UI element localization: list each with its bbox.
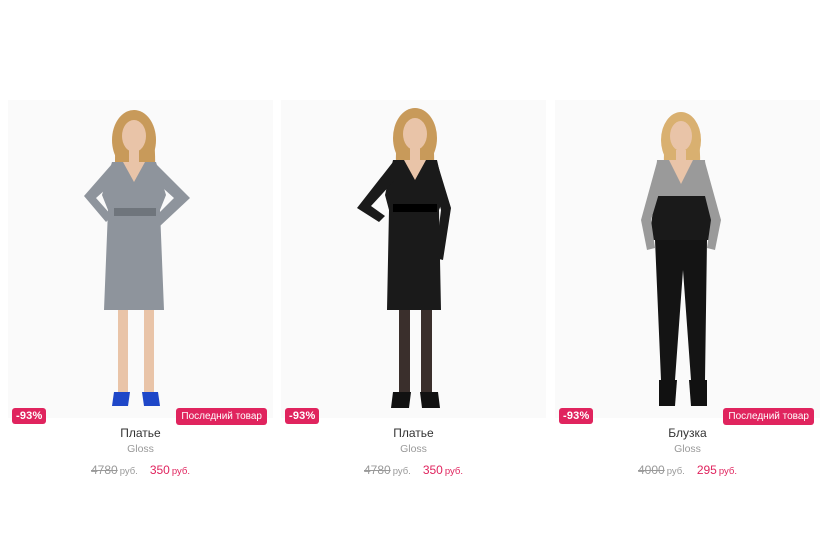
discount-badge: -93% (559, 408, 594, 424)
discount-badge: -93% (12, 408, 47, 424)
product-brand[interactable]: Gloss (8, 443, 273, 455)
product-name[interactable]: Платье (281, 426, 546, 440)
old-price: 4000 (638, 463, 665, 477)
product-name[interactable]: Платье (8, 426, 273, 440)
last-item-badge: Последний товар (176, 408, 267, 425)
old-price-currency: руб. (392, 466, 411, 477)
old-price-currency: руб. (666, 466, 685, 477)
price-row: 4780 руб. 350 руб. (8, 463, 273, 477)
last-item-badge: Последний товар (723, 408, 814, 425)
product-card[interactable]: -93% Платье Gloss 4780 руб. 350 руб. (281, 100, 546, 490)
product-card[interactable]: -93% Последний товар Блузка Gloss 4000 ру… (555, 100, 820, 490)
product-image[interactable] (8, 100, 273, 418)
price-row: 4780 руб. 350 руб. (281, 463, 546, 477)
discount-badge: -93% (285, 408, 320, 424)
product-image[interactable] (555, 100, 820, 418)
product-name[interactable]: Блузка (555, 426, 820, 440)
product-image[interactable] (281, 100, 546, 418)
old-price: 4780 (364, 463, 391, 477)
sale-price: 350 (422, 463, 443, 477)
sale-price-currency: руб. (718, 466, 737, 477)
old-price: 4780 (91, 463, 118, 477)
product-brand[interactable]: Gloss (281, 443, 546, 455)
product-card[interactable]: -93% Последний товар Платье Gloss 4780 ру… (8, 100, 273, 490)
sale-price-currency: руб. (171, 466, 190, 477)
old-price-currency: руб. (119, 466, 138, 477)
sale-price: 350 (149, 463, 170, 477)
product-grid: -93% Последний товар Платье Gloss 4780 ру… (0, 100, 825, 500)
sale-price: 295 (696, 463, 717, 477)
product-brand[interactable]: Gloss (555, 443, 820, 455)
price-row: 4000 руб. 295 руб. (555, 463, 820, 477)
sale-price-currency: руб. (444, 466, 463, 477)
